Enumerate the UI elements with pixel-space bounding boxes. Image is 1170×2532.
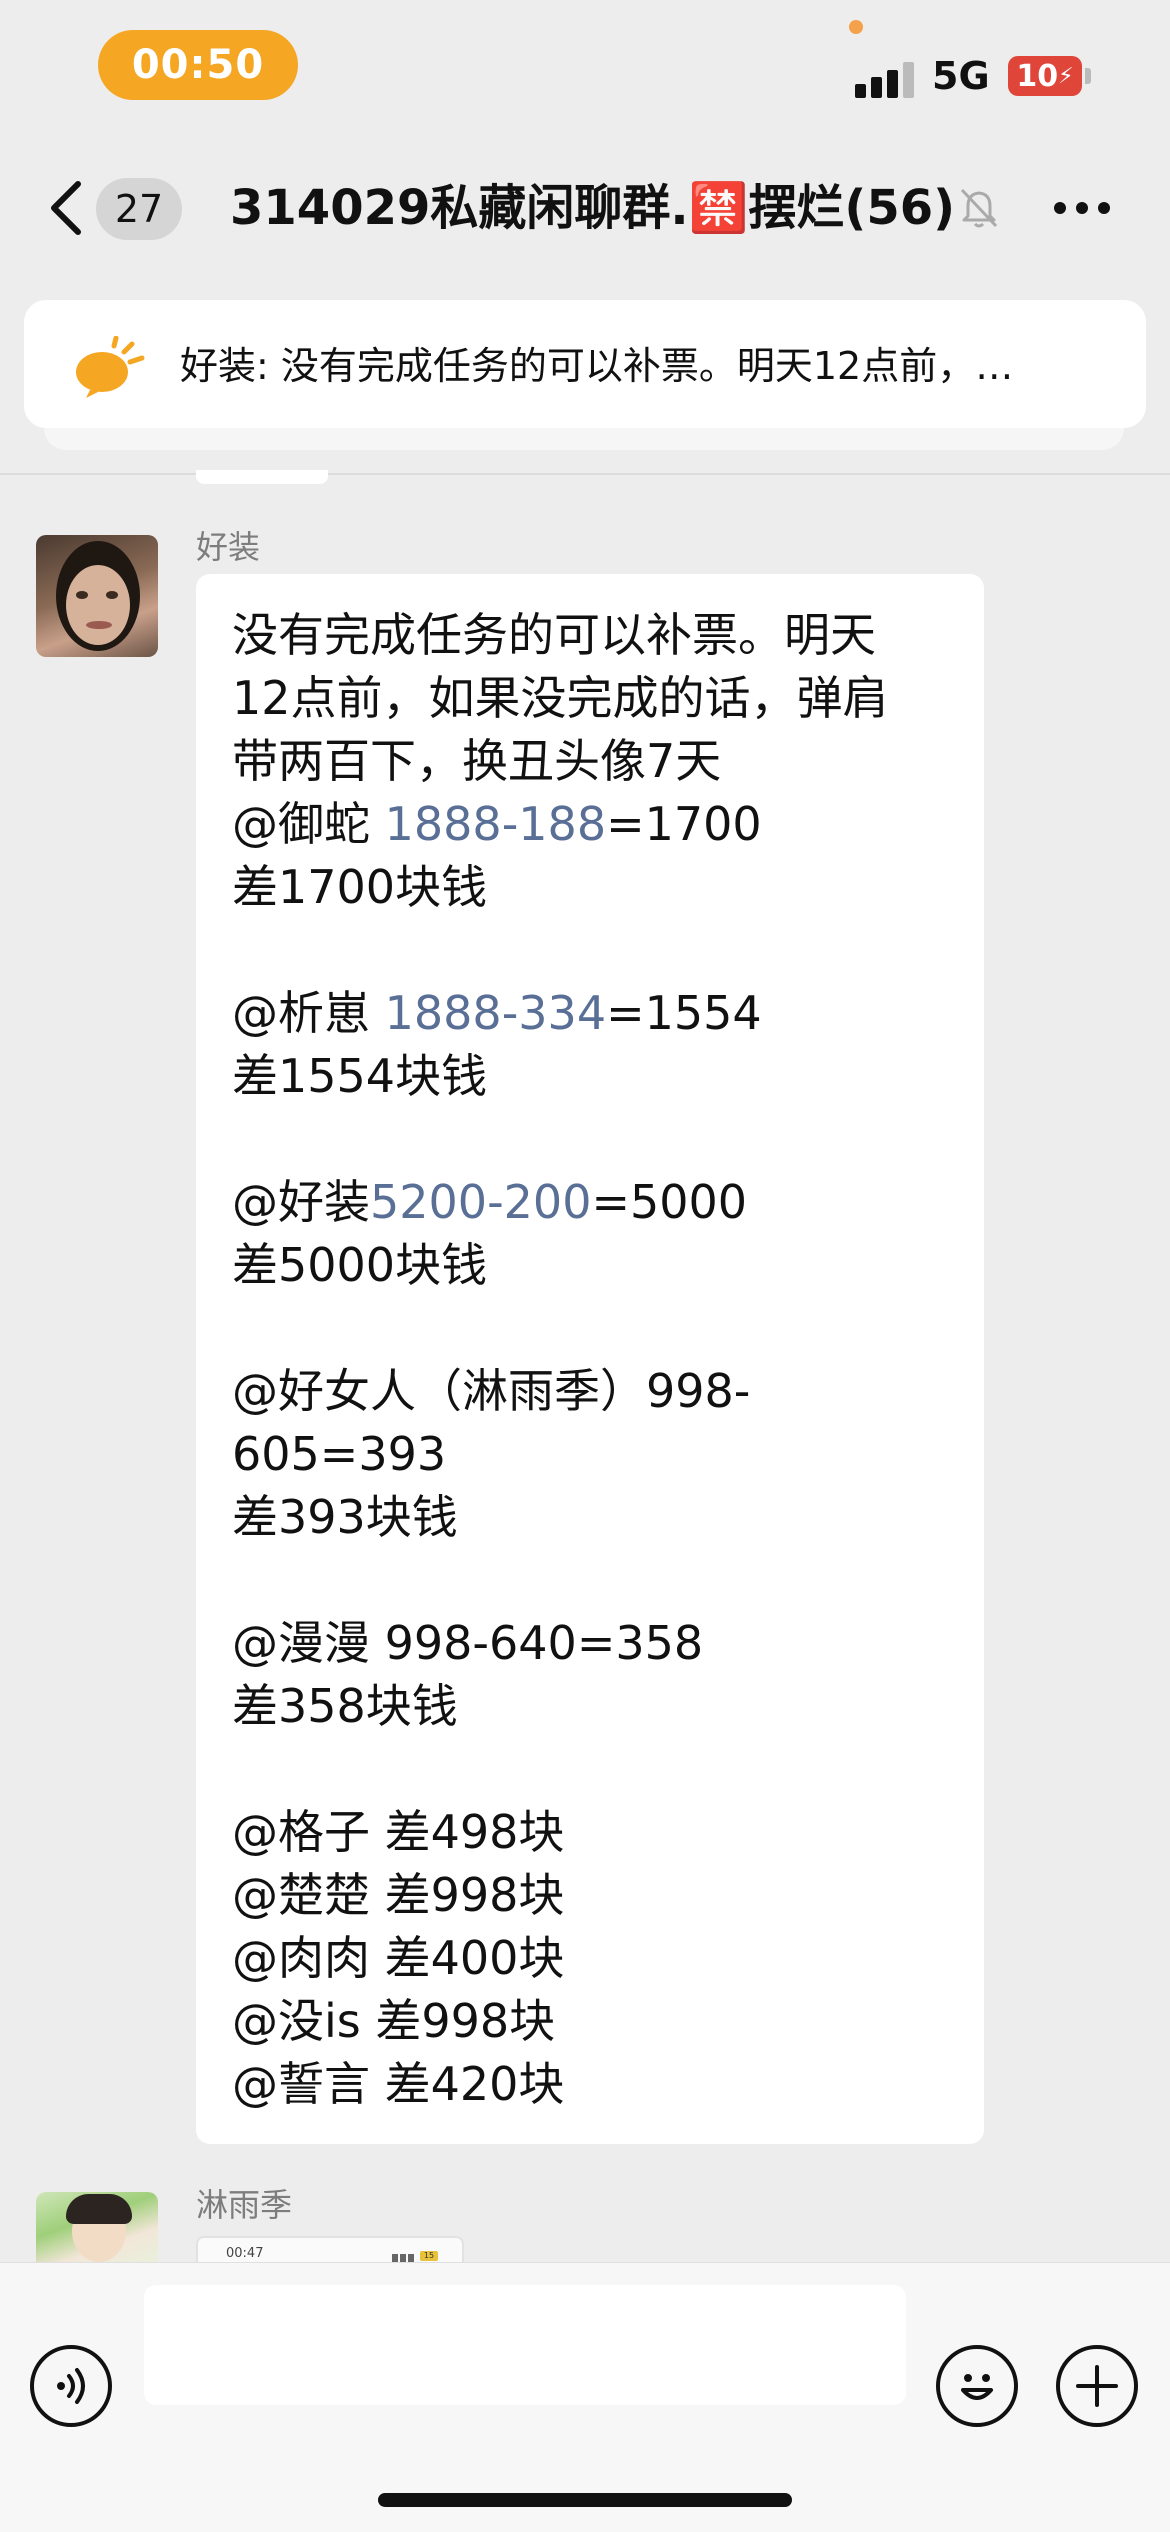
battery-level: 10 (1016, 58, 1059, 94)
message-line: @格子 差498块 (232, 1801, 948, 1864)
message-text: 差1700块钱 (232, 860, 488, 914)
message-text: 差5000块钱 (232, 1238, 488, 1292)
home-indicator (378, 2493, 792, 2507)
message-text: 带两百下，换丑头像7天 (232, 734, 722, 788)
signal-strength-icon (855, 60, 917, 98)
message-line: 12点前，如果没完成的话，弹肩 (232, 667, 948, 730)
message-text: @没is 差998块 (232, 1994, 556, 2048)
message-text: =1700 (606, 797, 762, 851)
unread-count-badge[interactable]: 27 (96, 178, 182, 240)
voice-icon (57, 2368, 85, 2404)
message-line: 差393块钱 (232, 1486, 948, 1549)
message-text: @格子 差498块 (232, 1805, 565, 1859)
avatar[interactable] (36, 535, 158, 657)
phone-number-link[interactable]: 1888-188 (385, 797, 606, 851)
chat-title: 314029私藏闲聊群.🈲摆烂(56) (230, 180, 956, 236)
message-line: @好装5200-200=5000 (232, 1171, 948, 1234)
chat-header: 27 314029私藏闲聊群.🈲摆烂(56) (0, 150, 1170, 265)
message-text: 没有完成任务的可以补票。明天 (232, 608, 876, 662)
message-text: =5000 (591, 1175, 748, 1229)
back-chevron-icon[interactable] (44, 178, 94, 238)
phone-number-link[interactable]: 1888-334 (385, 986, 606, 1040)
status-bar: 00:50 5G 10 ⚡ (0, 0, 1170, 140)
message-line: 差5000块钱 (232, 1234, 948, 1297)
voice-input-button[interactable] (30, 2345, 112, 2427)
message-text: @析崽 (232, 986, 385, 1040)
message-line: @析崽 1888-334=1554 (232, 982, 948, 1045)
battery-tip (1085, 68, 1091, 84)
message-line: @没is 差998块 (232, 1990, 948, 2053)
battery-icon: 10 ⚡ (1008, 56, 1082, 96)
message-text: @好女人（淋雨季）998- (232, 1364, 751, 1418)
message-line: 没有完成任务的可以补票。明天 (232, 604, 948, 667)
message-text: @誓言 差420块 (232, 2057, 565, 2111)
message-line: @御蛇 1888-188=1700 (232, 793, 948, 856)
message-text: @好装 (232, 1175, 370, 1229)
message-text: @漫漫 998-640=358 (232, 1616, 704, 1670)
message-text: 605=393 (232, 1427, 447, 1481)
previous-message-bubble (196, 470, 328, 484)
message-text: 差1554块钱 (232, 1049, 488, 1103)
thumbnail-status-icons: 15 (392, 2247, 450, 2262)
sender-name: 淋雨季 (196, 2186, 293, 2224)
message-text: 12点前，如果没完成的话，弹肩 (232, 671, 889, 725)
emoji-button[interactable] (936, 2345, 1018, 2427)
message-text: @御蛇 (232, 797, 385, 851)
header-divider (0, 473, 1170, 475)
thumbnail-time: 00:47 (226, 2246, 264, 2261)
avatar[interactable] (36, 2192, 158, 2262)
message-line: @誓言 差420块 (232, 2053, 948, 2116)
message-text: =1554 (606, 986, 762, 1040)
message-line: 带两百下，换丑头像7天 (232, 730, 948, 793)
message-text: 差358块钱 (232, 1679, 458, 1733)
pinned-announcement[interactable]: 好装: 没有完成任务的可以补票。明天12点前，… (24, 300, 1146, 428)
message-line: 差1700块钱 (232, 856, 948, 919)
pinned-announcement-text: 好装: 没有完成任务的可以补票。明天12点前，… (180, 344, 1014, 388)
message-line: @肉肉 差400块 (232, 1927, 948, 1990)
message-line: @漫漫 998-640=358 (232, 1612, 948, 1675)
more-actions-button[interactable] (1056, 2345, 1138, 2427)
message-input[interactable] (144, 2285, 906, 2405)
message-line: 差358块钱 (232, 1675, 948, 1738)
phone-number-link[interactable]: 5200-200 (370, 1175, 591, 1229)
message-text: @楚楚 差998块 (232, 1868, 565, 1922)
message-bubble[interactable]: 没有完成任务的可以补票。明天 12点前，如果没完成的话，弹肩 带两百下，换丑头像7天… (196, 574, 984, 2144)
message-line: 差1554块钱 (232, 1045, 948, 1108)
network-type: 5G (932, 54, 990, 98)
sender-name: 好装 (196, 528, 261, 566)
mute-bell-icon (960, 188, 998, 228)
more-icon[interactable] (1052, 198, 1112, 218)
message-line: 605=393 (232, 1423, 948, 1486)
chat-screen: 00:50 5G 10 ⚡ 27 314029私藏闲聊群.🈲摆烂(56) 好装: … (0, 0, 1170, 2532)
input-bar (0, 2262, 1170, 2532)
message-line: @好女人（淋雨季）998- (232, 1360, 948, 1423)
plus-icon (1076, 2365, 1118, 2407)
status-time: 00:50 (98, 30, 298, 100)
message-text: @肉肉 差400块 (232, 1931, 565, 1985)
message-line: @楚楚 差998块 (232, 1864, 948, 1927)
announcement-speaker-icon (76, 336, 145, 398)
emoji-icon (961, 2374, 993, 2400)
thumbnail-battery: 15 (420, 2251, 438, 2261)
message-text: 差393块钱 (232, 1490, 458, 1544)
privacy-indicator-dot (849, 20, 863, 34)
